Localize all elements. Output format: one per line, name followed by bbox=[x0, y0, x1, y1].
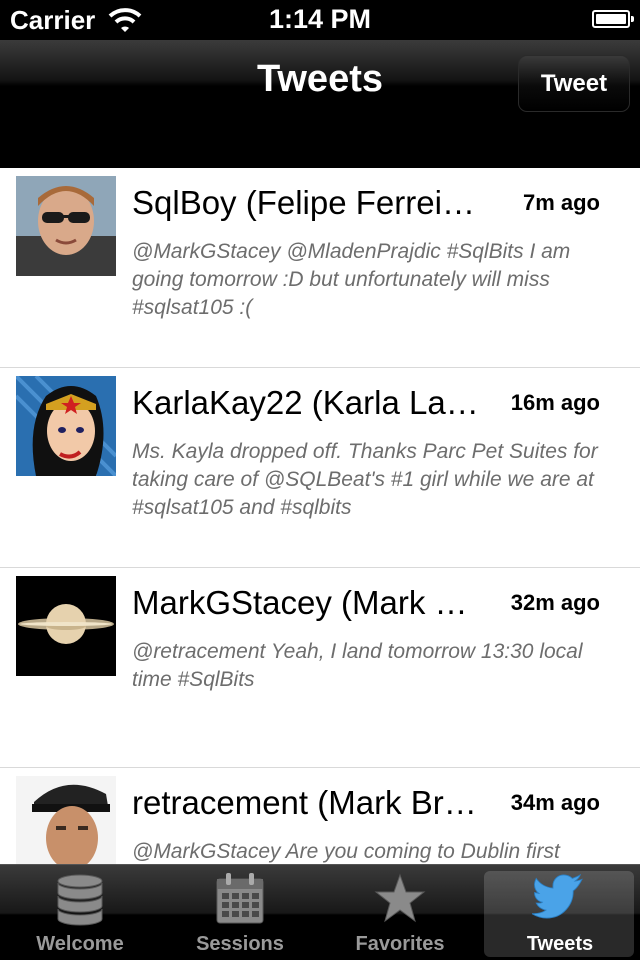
tweet-list[interactable]: SqlBoy (Felipe Ferreira) 7m ago @MarkGSt… bbox=[0, 168, 640, 864]
tweet-author: MarkGStacey (Mark Stacey) bbox=[132, 584, 480, 621]
twitter-bird-icon bbox=[532, 873, 583, 919]
tweet-author: KarlaKay22 (Karla Landrum) bbox=[132, 384, 480, 421]
tweet-time: 32m ago bbox=[510, 590, 600, 615]
tweet-text: Ms. Kayla dropped off. Thanks Parc Pet S… bbox=[132, 440, 598, 519]
tab-favorites[interactable]: Favorites bbox=[320, 865, 480, 961]
navigation-bar: Tweets Tweet bbox=[0, 40, 640, 168]
tweet-text: @MarkGStacey @MladenPrajdic #SqlBits I a… bbox=[132, 240, 571, 319]
tweet-time: 34m ago bbox=[510, 790, 600, 815]
tweet-time: 16m ago bbox=[510, 390, 600, 415]
tab-welcome[interactable]: Welcome bbox=[0, 865, 160, 961]
tab-sessions[interactable]: Sessions bbox=[160, 865, 320, 961]
avatar bbox=[16, 376, 116, 476]
tab-label: Tweets bbox=[526, 933, 594, 955]
star-icon bbox=[374, 873, 426, 923]
tweet-time: 7m ago bbox=[522, 190, 600, 215]
tweet-row[interactable]: retracement (Mark Broadbent) 34m ago @Ma… bbox=[0, 768, 640, 864]
clock: 1:14 PM bbox=[268, 4, 372, 34]
avatar bbox=[16, 176, 116, 276]
tweet-row[interactable]: KarlaKay22 (Karla Landrum) 16m ago Ms. K… bbox=[0, 368, 640, 568]
tab-tweets[interactable]: Tweets bbox=[480, 865, 640, 961]
tweet-author: SqlBoy (Felipe Ferreira) bbox=[132, 184, 480, 221]
tab-label: Welcome bbox=[36, 933, 124, 955]
tweet-author: retracement (Mark Broadbent) bbox=[132, 784, 480, 821]
tweet-text: @MarkGStacey Are you coming to Dublin fi… bbox=[132, 840, 560, 863]
tab-label: Favorites bbox=[355, 933, 445, 955]
tab-bar: Welcome Sessions Favorites Tweets bbox=[0, 864, 640, 960]
battery-icon bbox=[592, 10, 634, 28]
tweet-row[interactable]: SqlBoy (Felipe Ferreira) 7m ago @MarkGSt… bbox=[0, 168, 640, 368]
status-bar: Carrier 1:14 PM bbox=[0, 0, 640, 40]
tweet-text: @retracement Yeah, I land tomorrow 13:30… bbox=[132, 640, 583, 691]
calendar-icon bbox=[216, 873, 264, 924]
tab-label: Sessions bbox=[196, 933, 284, 955]
avatar bbox=[16, 776, 116, 864]
tweet-row[interactable]: MarkGStacey (Mark Stacey) 32m ago @retra… bbox=[0, 568, 640, 768]
database-icon bbox=[57, 874, 103, 926]
compose-tweet-button[interactable]: Tweet bbox=[518, 55, 630, 112]
avatar bbox=[16, 576, 116, 676]
